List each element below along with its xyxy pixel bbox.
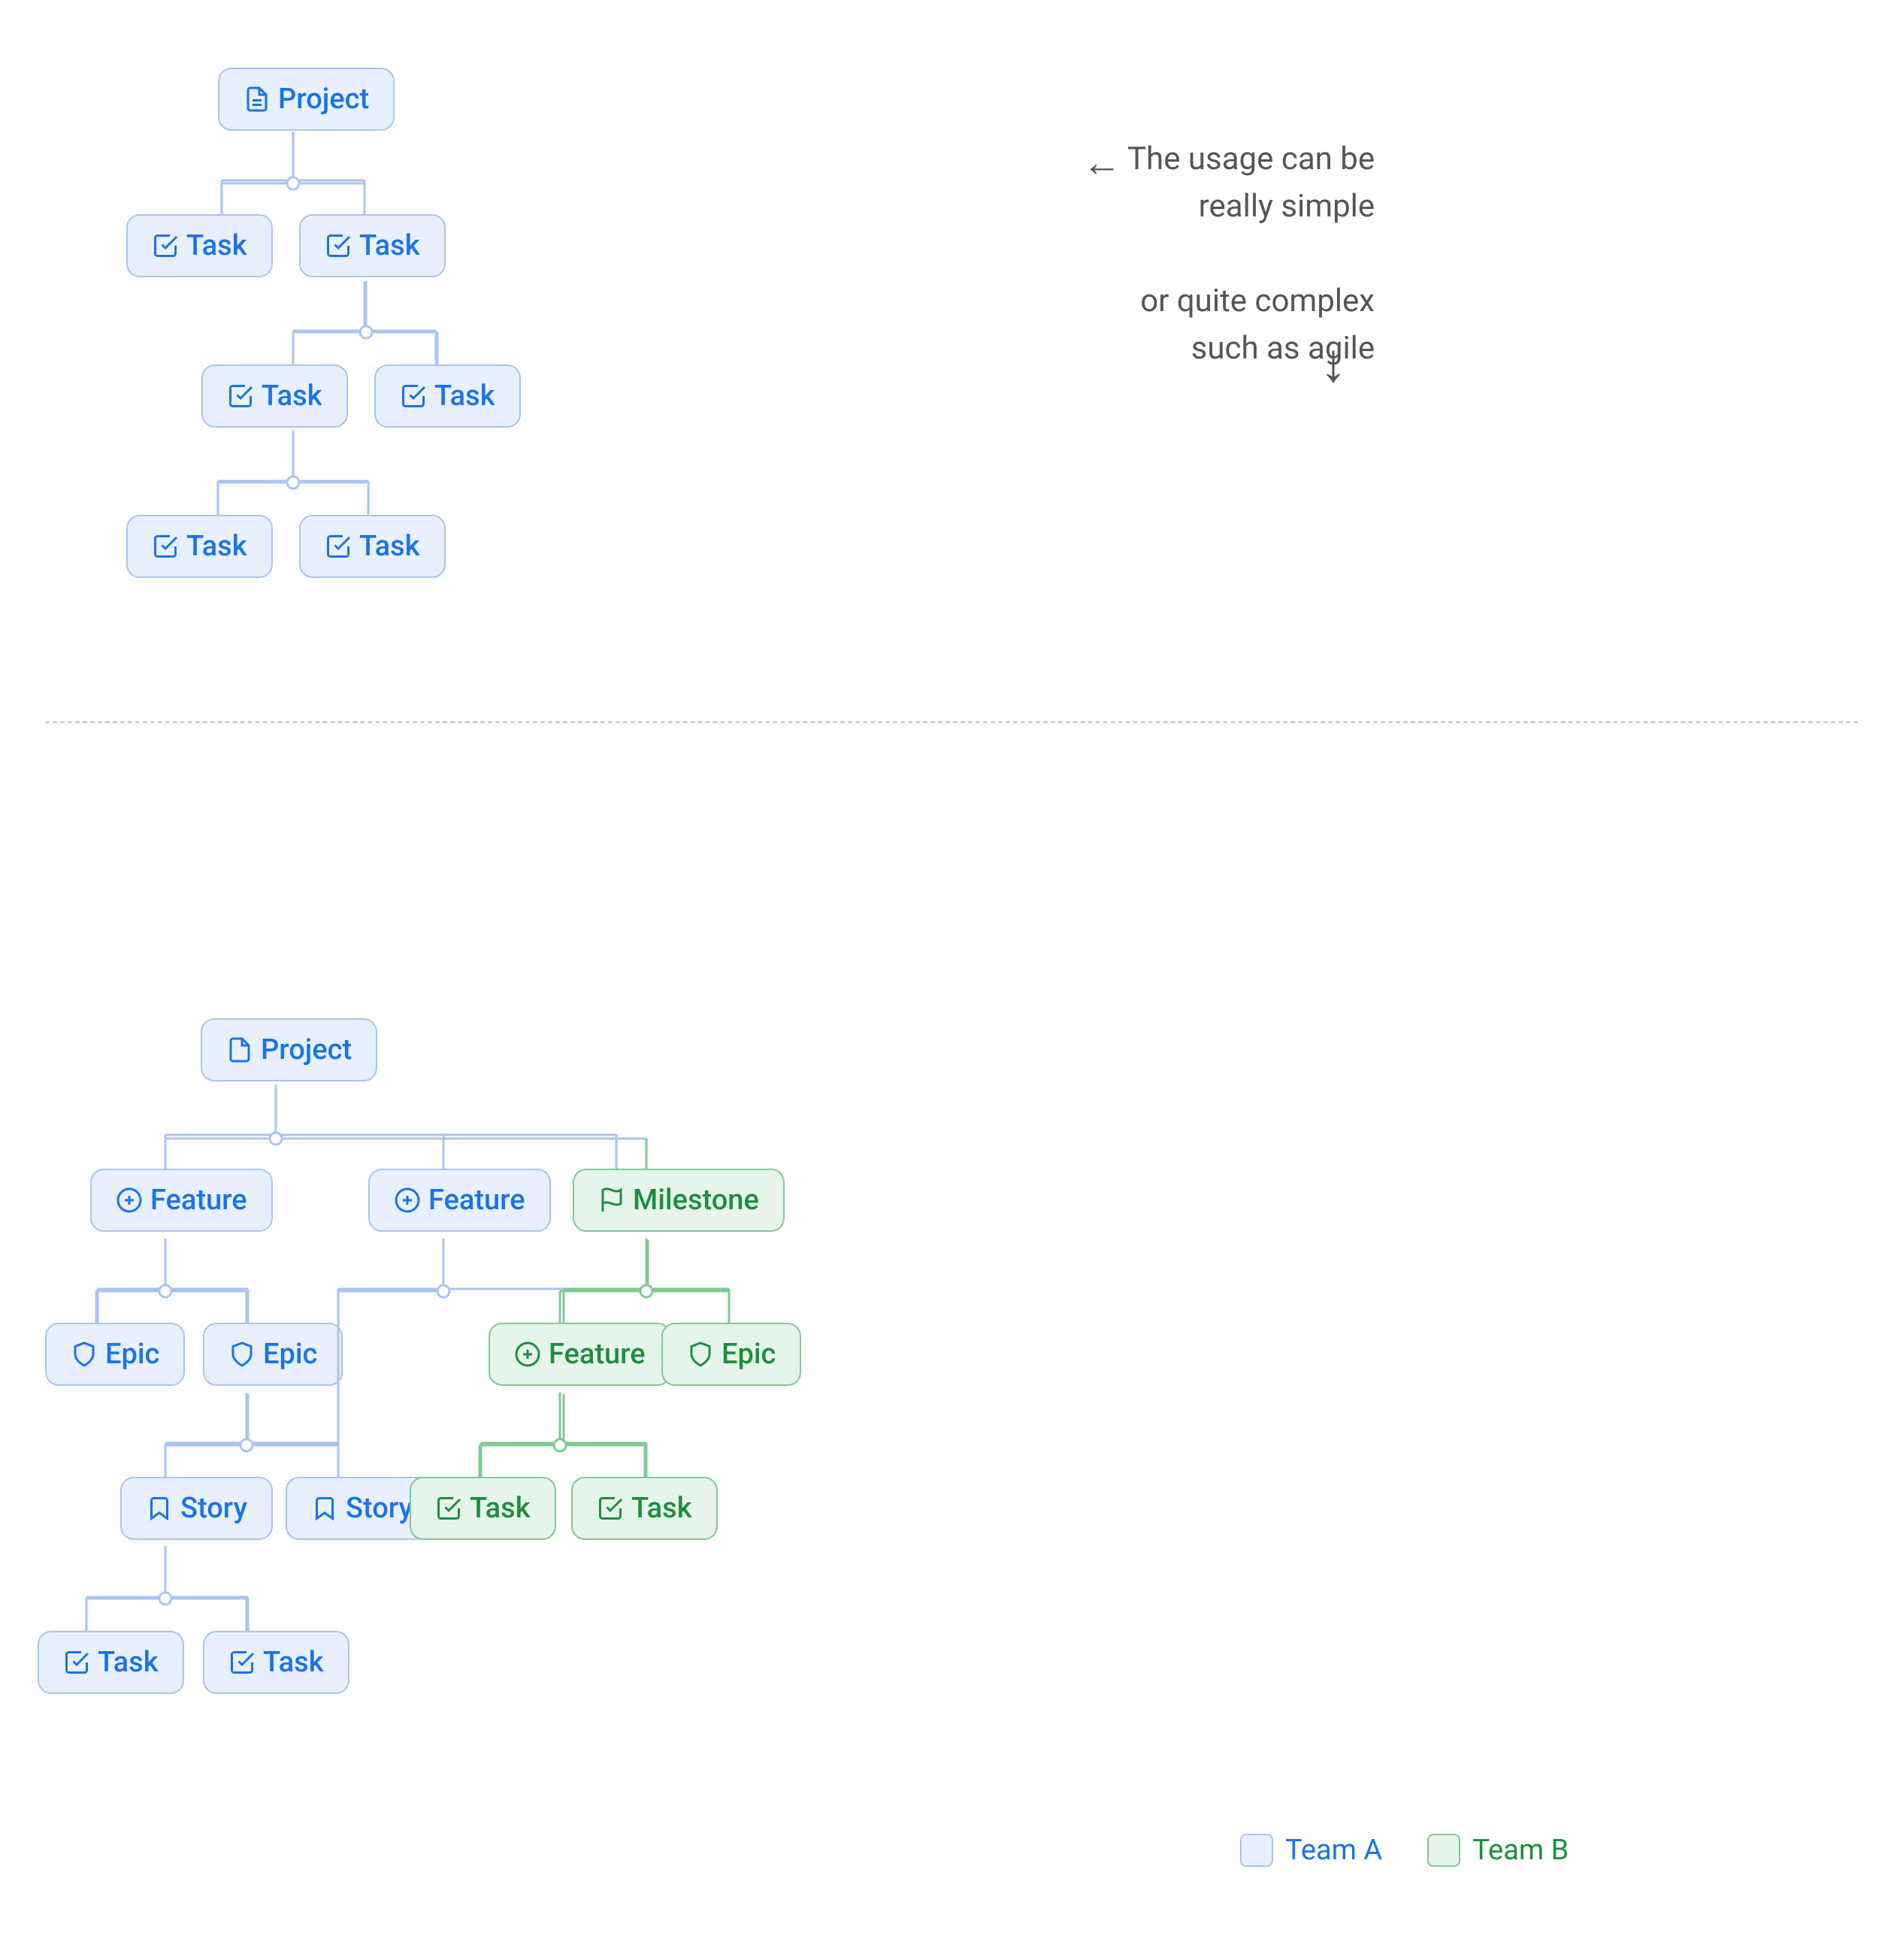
shield-icon — [71, 1341, 98, 1368]
legend-team-b-label: Team B — [1472, 1834, 1569, 1867]
d2-epic2-label: Epic — [263, 1338, 317, 1371]
d2-task4-node: Task — [571, 1477, 718, 1540]
d2-feature3-label: Feature — [549, 1338, 646, 1371]
d2-task4-label: Task — [631, 1492, 692, 1525]
d2-epic1-node: Epic — [45, 1323, 185, 1386]
legend-box-green — [1427, 1834, 1460, 1867]
arrow-down-icon: ↓ — [1320, 331, 1347, 395]
shield-icon — [687, 1341, 714, 1368]
checkbox-icon — [227, 383, 254, 410]
checkbox-icon — [152, 533, 179, 560]
d2-project-node: Project — [201, 1018, 377, 1081]
shield-icon — [228, 1341, 256, 1368]
d2-task2-node: Task — [203, 1631, 349, 1694]
d2-project-label: Project — [261, 1033, 352, 1066]
d1-task1-label: Task — [186, 229, 247, 262]
bookmark-icon — [311, 1495, 338, 1522]
checkbox-icon — [435, 1495, 462, 1522]
section-divider — [45, 721, 1858, 723]
d1-task6-label: Task — [359, 530, 420, 563]
d2-feature3-node: Feature — [489, 1323, 671, 1386]
d1-task5-node: Task — [126, 515, 273, 578]
checkbox-icon — [400, 383, 427, 410]
checkbox-icon — [152, 232, 179, 259]
checkbox-icon — [597, 1495, 624, 1522]
d2-feature2-node: Feature — [368, 1169, 551, 1232]
d2-task1-label: Task — [98, 1646, 159, 1679]
d1-task6-node: Task — [299, 515, 446, 578]
d1-project-label: Project — [278, 83, 369, 116]
document-icon — [244, 86, 271, 113]
legend-team-a: Team A — [1240, 1834, 1382, 1867]
document-icon — [226, 1036, 253, 1063]
d1-task2-node: Task — [299, 214, 446, 277]
legend-box-blue — [1240, 1834, 1273, 1867]
flag-icon — [598, 1187, 625, 1214]
d1-task5-label: Task — [186, 530, 247, 563]
d2-task3-node: Task — [410, 1477, 556, 1540]
d1-task4-label: Task — [434, 380, 495, 413]
d2-epic3-label: Epic — [722, 1338, 776, 1371]
checkbox-icon — [228, 1649, 256, 1676]
d2-feature1-label: Feature — [150, 1184, 247, 1217]
d1-task3-label: Task — [262, 380, 322, 413]
d2-task1-node: Task — [38, 1631, 184, 1694]
legend-team-b: Team B — [1427, 1834, 1569, 1867]
d2-story1-label: Story — [180, 1492, 247, 1525]
d2-feature1-node: Feature — [90, 1169, 273, 1232]
checkbox-icon — [325, 232, 352, 259]
legend-team-a-label: Team A — [1285, 1834, 1382, 1867]
d2-milestone-label: Milestone — [633, 1184, 759, 1217]
d1-project-node: Project — [218, 68, 395, 131]
d1-task1-node: Task — [126, 214, 273, 277]
plus-circle-icon — [116, 1187, 143, 1214]
d2-milestone-node: Milestone — [573, 1169, 785, 1232]
d1-task3-node: Task — [201, 364, 348, 428]
bookmark-icon — [146, 1495, 173, 1522]
d2-task2-label: Task — [263, 1646, 324, 1679]
d2-epic1-label: Epic — [105, 1338, 159, 1371]
d2-story2-label: Story — [346, 1492, 413, 1525]
d2-task3-label: Task — [470, 1492, 531, 1525]
d1-task2-label: Task — [359, 229, 420, 262]
d2-feature2-label: Feature — [428, 1184, 525, 1217]
d2-story1-node: Story — [120, 1477, 273, 1540]
plus-circle-icon — [514, 1341, 541, 1368]
legend: Team A Team B — [1240, 1834, 1569, 1867]
checkbox-icon — [63, 1649, 90, 1676]
plus-circle-icon — [394, 1187, 421, 1214]
d2-epic3-node: Epic — [661, 1323, 801, 1386]
checkbox-icon — [325, 533, 352, 560]
d2-epic2-node: Epic — [203, 1323, 343, 1386]
d1-task4-node: Task — [374, 364, 521, 428]
arrow-left-icon: ← — [1082, 140, 1121, 186]
